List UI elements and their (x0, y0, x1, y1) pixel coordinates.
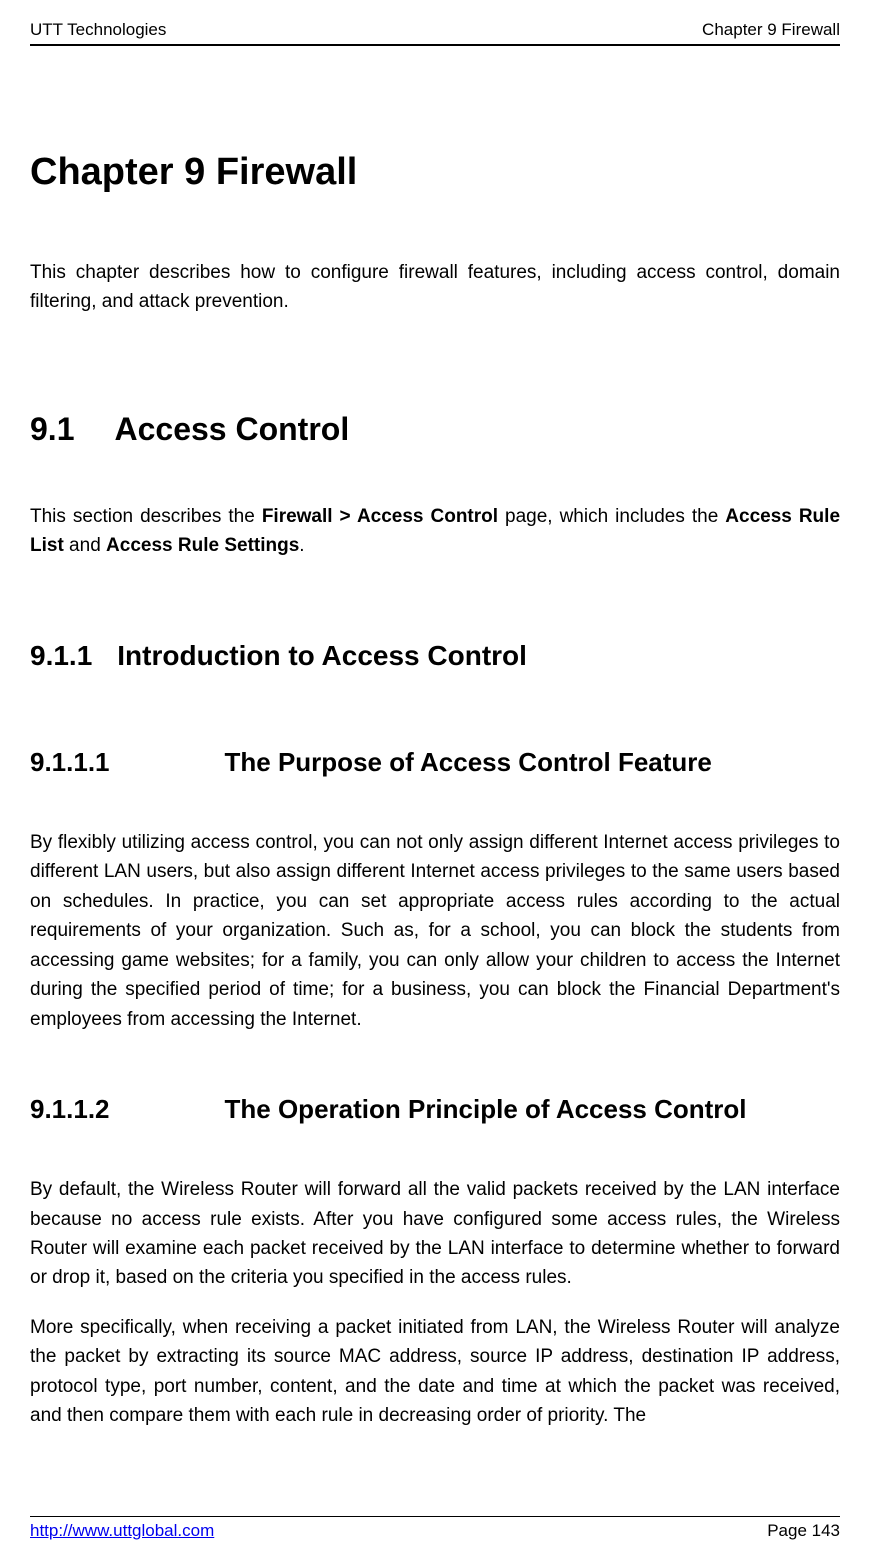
section-9-1-intro: This section describes the Firewall > Ac… (30, 503, 840, 560)
section-9-1-1-heading: 9.1.1 Introduction to Access Control (30, 640, 840, 672)
header-right: Chapter 9 Firewall (702, 20, 840, 40)
chapter-title: Chapter 9 Firewall (30, 151, 840, 194)
text-span: page, which includes the (498, 506, 725, 527)
section-9-1-1-2-number: 9.1.1.2 (30, 1094, 110, 1125)
section-9-1-number: 9.1 (30, 411, 74, 448)
section-9-1-1-1-heading: 9.1.1.1 The Purpose of Access Control Fea… (30, 747, 840, 778)
section-9-1-1-number: 9.1.1 (30, 640, 92, 672)
page-header: UTT Technologies Chapter 9 Firewall (30, 20, 840, 44)
section-9-1-1-2-title: The Operation Principle of Access Contro… (225, 1094, 747, 1124)
chapter-intro: This chapter describes how to configure … (30, 259, 840, 316)
section-9-1-1-title: Introduction to Access Control (117, 640, 527, 671)
header-left: UTT Technologies (30, 20, 166, 40)
bold-text: Access Rule Settings (106, 535, 299, 556)
bold-text: Firewall > Access Control (262, 506, 498, 527)
text-span: and (64, 535, 106, 556)
section-9-1-heading: 9.1 Access Control (30, 411, 840, 448)
section-9-1-1-1-body: By flexibly utilizing access control, yo… (30, 828, 840, 1034)
text-span: This section describes the (30, 506, 262, 527)
section-9-1-1-1-number: 9.1.1.1 (30, 747, 110, 778)
header-rule-thick (30, 44, 840, 46)
footer-link[interactable]: http://www.uttglobal.com (30, 1521, 214, 1541)
footer-page-number: Page 143 (767, 1521, 840, 1541)
text-span: . (299, 535, 304, 556)
section-9-1-1-1-title: The Purpose of Access Control Feature (225, 747, 712, 777)
section-9-1-1-2-body-1: By default, the Wireless Router will for… (30, 1175, 840, 1293)
footer-rule (30, 1516, 840, 1517)
section-9-1-title: Access Control (114, 411, 349, 447)
page-footer: http://www.uttglobal.com Page 143 (30, 1516, 840, 1541)
footer-row: http://www.uttglobal.com Page 143 (30, 1521, 840, 1541)
section-9-1-1-2-heading: 9.1.1.2 The Operation Principle of Access… (30, 1094, 840, 1125)
section-9-1-1-2-body-2: More specifically, when receiving a pack… (30, 1313, 840, 1431)
